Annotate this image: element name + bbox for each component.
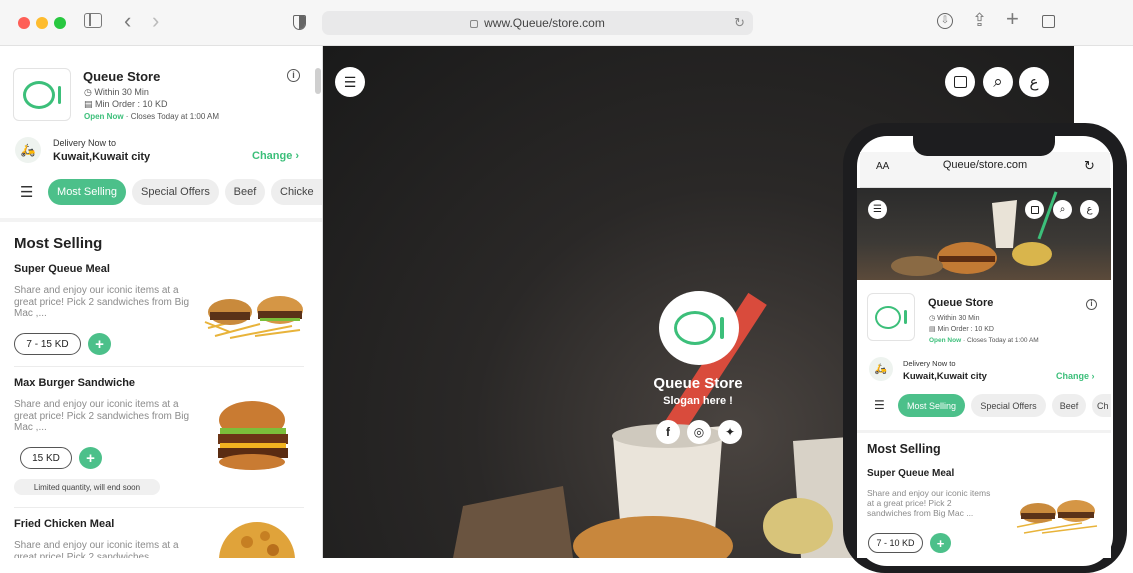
forward-icon[interactable]: ›	[152, 10, 159, 32]
tabs-overview-icon[interactable]	[1042, 15, 1055, 28]
meal-image	[204, 296, 303, 339]
item-description: Share and enjoy our iconic items at a gr…	[14, 399, 190, 433]
tab-most-selling[interactable]: Most Selling	[48, 179, 126, 205]
phone-section-title: Most Selling	[867, 442, 941, 456]
phone-meal-image	[1016, 500, 1098, 534]
header-divider	[0, 218, 322, 222]
facebook-icon[interactable]: f	[656, 420, 680, 444]
item-name[interactable]: Max Burger Sandwiche	[14, 377, 135, 389]
minimize-window-button[interactable]	[36, 17, 48, 29]
phone-delivery-icon: 🛵	[869, 357, 893, 381]
delivery-location: Kuwait,Kuwait city	[53, 151, 151, 163]
phone-cart-icon[interactable]	[1025, 200, 1044, 219]
tab-special-offers[interactable]: Special Offers	[132, 179, 219, 205]
delivery-time: ◷ Within 30 Min	[84, 87, 149, 97]
phone-reload-icon[interactable]: ↻	[1084, 158, 1095, 174]
phone-store-name: Queue Store	[928, 297, 994, 309]
min-order: ▤ Min Order : 10 KD	[84, 99, 168, 109]
change-location-link[interactable]: Change ›	[252, 150, 299, 162]
phone-tab-special-offers[interactable]: Special Offers	[971, 394, 1046, 417]
item-name[interactable]: Fried Chicken Meal	[14, 518, 114, 530]
delivery-label: Delivery Now to	[53, 138, 117, 148]
address-bar[interactable]: www.Queue/store.com ↻	[322, 11, 753, 35]
lock-icon	[470, 20, 479, 28]
new-tab-icon[interactable]: +	[1006, 8, 1019, 30]
download-icon[interactable]: ⇩	[937, 13, 953, 29]
reload-icon[interactable]: ↻	[734, 15, 745, 31]
chevron-right-icon: ›	[295, 150, 300, 162]
phone-item-name[interactable]: Super Queue Meal	[867, 468, 954, 479]
burger-image	[218, 401, 288, 470]
phone-tab-beef[interactable]: Beef	[1052, 394, 1086, 417]
store-status: Open Now · Closes Today at 1:00 AM	[84, 112, 220, 121]
browser-toolbar: ‹ › www.Queue/store.com ↻ ⇩ ⇪ +	[0, 0, 1133, 46]
phone-category-icon[interactable]: ☰	[874, 398, 885, 412]
clock-icon: ◷	[929, 315, 936, 322]
phone-add-button[interactable]: +	[930, 533, 951, 553]
hamburger-menu-icon[interactable]: ☰	[335, 67, 365, 97]
item-price: 7 - 15 KD	[14, 333, 81, 355]
phone-search-icon[interactable]: ⌕	[1053, 200, 1072, 219]
scrollbar[interactable]	[315, 68, 321, 94]
phone-notch	[913, 136, 1055, 156]
shield-icon[interactable]	[293, 15, 306, 30]
tab-chicken[interactable]: Chicke	[271, 179, 322, 205]
store-logo	[13, 68, 71, 121]
clock-icon: ◷	[84, 87, 92, 97]
item-name[interactable]: Super Queue Meal	[14, 263, 110, 275]
phone-tab-most-selling[interactable]: Most Selling	[898, 394, 965, 417]
add-to-cart-button[interactable]: +	[88, 333, 111, 355]
phone-url-text: Queue/store.com	[942, 159, 1028, 171]
item-description: Share and enjoy our iconic items at a gr…	[14, 285, 190, 319]
phone-tab-chicken[interactable]: Ch	[1092, 394, 1111, 417]
cart-icon[interactable]	[945, 67, 975, 97]
section-title: Most Selling	[14, 235, 103, 252]
share-icon[interactable]: ⇪	[972, 10, 987, 30]
category-list-icon[interactable]: ☰	[20, 183, 33, 201]
add-to-cart-button[interactable]: +	[79, 447, 102, 469]
phone-address-bar[interactable]: AA Queue/store.com ↻	[860, 152, 1110, 188]
sidebar-icon[interactable]	[84, 13, 102, 28]
store-name: Queue Store	[83, 69, 161, 84]
hero-store-name: Queue Store	[653, 375, 743, 392]
phone-change-link[interactable]: Change ›	[1056, 371, 1095, 381]
close-window-button[interactable]	[18, 17, 30, 29]
zoom-window-button[interactable]	[54, 17, 66, 29]
phone-hero-banner: ☰ ⌕ ع	[857, 188, 1111, 280]
search-icon[interactable]: ⌕	[983, 67, 1013, 97]
item-description: Share and enjoy our iconic items at a gr…	[14, 540, 179, 558]
phone-store-logo	[867, 293, 915, 341]
tab-beef[interactable]: Beef	[225, 179, 265, 205]
phone-item-description: Share and enjoy our iconic items at a gr…	[867, 488, 991, 518]
language-toggle-icon[interactable]: ع	[1019, 67, 1049, 97]
phone-item-price: 7 - 10 KD	[868, 533, 923, 553]
fried-chicken-image	[219, 522, 295, 558]
hero-slogan: Slogan here !	[663, 395, 733, 407]
limited-quantity-badge: Limited quantity, will end soon	[14, 479, 160, 495]
receipt-icon: ▤	[84, 99, 93, 109]
item-price: 15 KD	[20, 447, 72, 469]
phone-menu-icon[interactable]: ☰	[868, 200, 887, 219]
phone-language-icon[interactable]: ع	[1080, 200, 1099, 219]
delivery-scooter-icon: 🛵	[15, 137, 41, 163]
receipt-icon: ▤	[929, 326, 936, 333]
instagram-icon[interactable]: ◎	[687, 420, 711, 444]
twitter-icon[interactable]: ✦	[718, 420, 742, 444]
hero-store-logo	[659, 291, 739, 365]
store-menu-panel: Queue Store i ◷ Within 30 Min ▤ Min Orde…	[0, 46, 323, 558]
info-icon[interactable]: i	[287, 69, 300, 82]
phone-info-icon[interactable]: i	[1086, 299, 1097, 310]
url-text: www.Queue/store.com	[484, 16, 605, 30]
back-icon[interactable]: ‹	[124, 10, 131, 32]
